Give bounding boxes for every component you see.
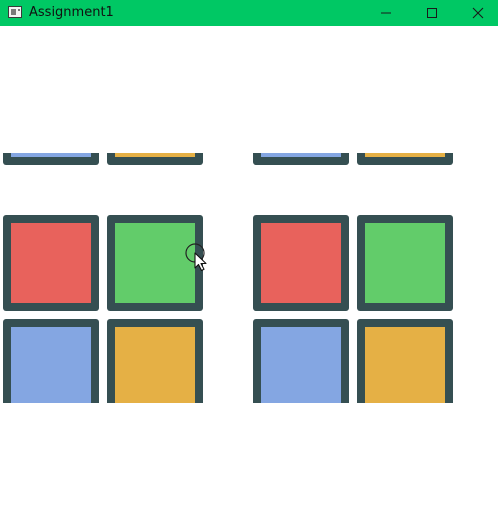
- tile-face-blue: [261, 327, 341, 403]
- color-tile-orange[interactable]: [357, 153, 453, 165]
- title-bar[interactable]: Assignment1: [0, 0, 498, 26]
- color-tile-orange[interactable]: [107, 319, 203, 403]
- tile-face-green: [365, 223, 445, 303]
- color-tile-red[interactable]: [253, 215, 349, 311]
- minimize-button[interactable]: [363, 0, 409, 26]
- tile-panel-right: [253, 153, 455, 403]
- canvas-area: [0, 26, 498, 525]
- tile-face-blue: [11, 153, 91, 157]
- tile-panel-left: [3, 153, 205, 403]
- tile-face-green: [115, 223, 195, 303]
- color-tile-green[interactable]: [107, 215, 203, 311]
- maximize-button[interactable]: [409, 0, 455, 26]
- maximize-icon: [427, 8, 437, 18]
- tile-face-orange: [115, 327, 195, 403]
- minimize-icon: [381, 12, 391, 14]
- window-title: Assignment1: [29, 5, 114, 20]
- app-icon: [8, 6, 22, 18]
- tile-face-red: [261, 223, 341, 303]
- close-icon: [472, 7, 484, 19]
- color-tile-green[interactable]: [357, 215, 453, 311]
- tile-face-red: [11, 223, 91, 303]
- color-tile-blue[interactable]: [253, 319, 349, 403]
- color-tile-blue[interactable]: [3, 319, 99, 403]
- color-tile-blue[interactable]: [3, 153, 99, 165]
- tile-face-orange: [365, 153, 445, 157]
- tile-face-blue: [11, 327, 91, 403]
- color-tile-blue[interactable]: [253, 153, 349, 165]
- tile-face-orange: [115, 153, 195, 157]
- tile-face-orange: [365, 327, 445, 403]
- color-tile-orange[interactable]: [107, 153, 203, 165]
- close-button[interactable]: [455, 0, 498, 26]
- color-tile-red[interactable]: [3, 215, 99, 311]
- app-window: Assignment1: [0, 0, 498, 525]
- tile-face-blue: [261, 153, 341, 157]
- color-tile-orange[interactable]: [357, 319, 453, 403]
